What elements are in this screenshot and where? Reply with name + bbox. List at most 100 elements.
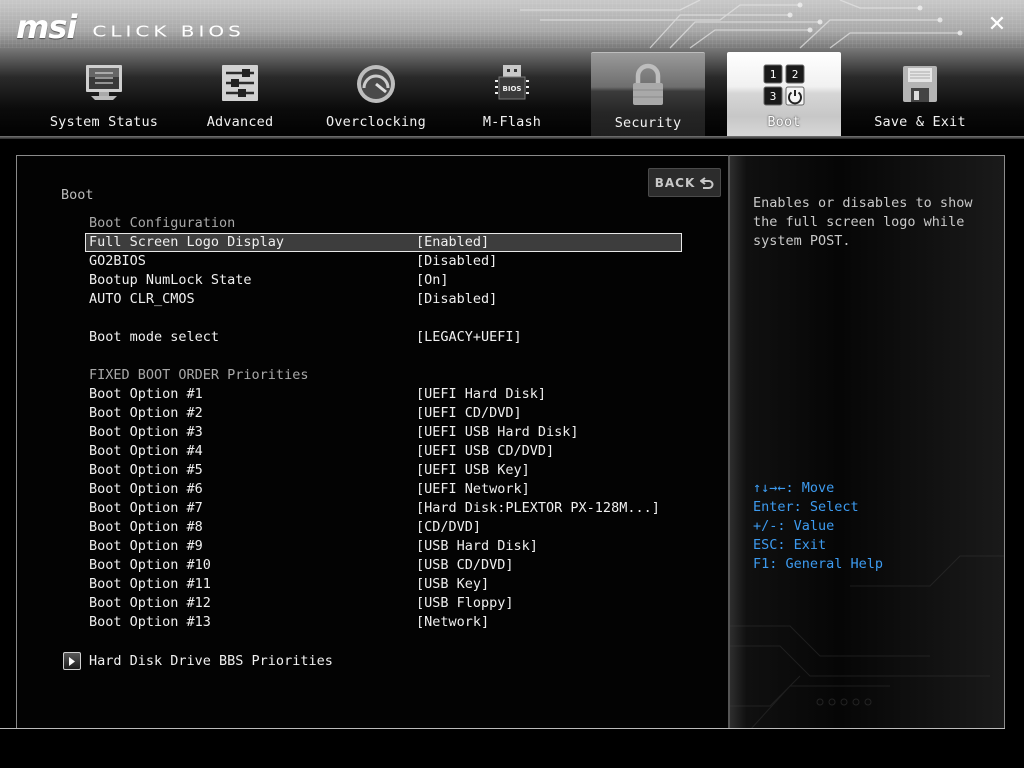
boot-option-value[interactable]: [USB Hard Disk]	[416, 537, 538, 556]
setting-label: GO2BIOS	[89, 253, 146, 269]
tab-save-exit[interactable]: Save & Exit	[863, 52, 977, 138]
brand-logo: msi CLICK BIOS	[16, 8, 245, 46]
main-tab-bar: System Status Advanced Overclocking BIOS…	[0, 52, 1024, 140]
boot-option-value[interactable]: [Network]	[416, 613, 489, 632]
section-fixed-boot-order: FIXED BOOT ORDER Priorities	[89, 367, 309, 383]
tab-boot[interactable]: 1 2 3 Boot	[727, 52, 841, 138]
boot-option-label: Boot Option #3	[89, 424, 203, 440]
circuit-decoration-icon	[520, 0, 963, 49]
submenu-hdd-bbs-priorities[interactable]: Hard Disk Drive BBS Priorities	[63, 651, 333, 671]
boot-option-row[interactable]: Boot Option #11 [USB Key]	[85, 575, 682, 594]
boot-option-label: Boot Option #8	[89, 519, 203, 535]
hotkey-value: +/-: Value	[753, 518, 835, 534]
boot-option-row[interactable]: Boot Option #12 [USB Floppy]	[85, 594, 682, 613]
boot-option-row[interactable]: Boot Option #4 [UEFI USB CD/DVD]	[85, 442, 682, 461]
boot-option-label: Boot Option #4	[89, 443, 203, 459]
boot-option-value[interactable]: [UEFI CD/DVD]	[416, 404, 522, 423]
tab-label: System Status	[49, 114, 159, 130]
boot-option-label: Boot Option #2	[89, 405, 203, 421]
floppy-disk-icon	[903, 66, 937, 102]
setting-value[interactable]: [LEGACY+UEFI]	[416, 328, 522, 347]
boot-option-value[interactable]: [CD/DVD]	[416, 518, 481, 537]
setting-value[interactable]: [Enabled]	[416, 233, 489, 252]
boot-option-row[interactable]: Boot Option #10 [USB CD/DVD]	[85, 556, 682, 575]
boot-option-value[interactable]: [USB Key]	[416, 575, 489, 594]
boot-option-row[interactable]: Boot Option #6 [UEFI Network]	[85, 480, 682, 499]
tab-label: Overclocking	[326, 114, 426, 130]
setting-label: Full Screen Logo Display	[89, 234, 285, 250]
boot-digit-2: 2	[792, 68, 799, 81]
boot-digit-3: 3	[770, 90, 777, 103]
boot-option-label: Boot Option #5	[89, 462, 203, 478]
setting-go2bios[interactable]: GO2BIOS [Disabled]	[85, 252, 682, 271]
settings-panel: Boot BACK Boot Configuration Full Screen…	[16, 155, 728, 729]
boot-option-label: Boot Option #10	[89, 557, 211, 573]
boot-option-label: Boot Option #9	[89, 538, 203, 554]
submenu-label: Hard Disk Drive BBS Priorities	[89, 653, 333, 669]
tab-label: M-Flash	[482, 114, 542, 130]
boot-option-label: Boot Option #11	[89, 576, 211, 592]
header-divider	[0, 136, 1024, 139]
boot-option-row[interactable]: Boot Option #13 [Network]	[85, 613, 682, 632]
boot-option-label: Boot Option #7	[89, 500, 203, 516]
setting-numlock-state[interactable]: Bootup NumLock State [On]	[85, 271, 682, 290]
tab-label: Advanced	[206, 114, 274, 130]
submenu-arrow-icon	[63, 652, 81, 670]
tab-label: Save & Exit	[874, 114, 966, 130]
boot-option-value[interactable]: [UEFI Network]	[416, 480, 530, 499]
hotkey-legend: ↑↓→←: Move Enter: Select +/-: Value ESC:…	[753, 479, 883, 574]
section-boot-configuration: Boot Configuration	[89, 215, 236, 231]
boot-option-row[interactable]: Boot Option #7 [Hard Disk:PLEXTOR PX-128M…	[85, 499, 682, 518]
page-title: Boot	[61, 187, 94, 203]
close-icon: ✕	[987, 12, 1007, 37]
hotkey-general-help: F1: General Help	[753, 556, 884, 572]
brand-name: msi	[16, 8, 77, 46]
setting-full-screen-logo[interactable]: Full Screen Logo Display [Enabled]	[85, 233, 682, 252]
return-arrow-icon	[700, 176, 714, 189]
hotkey-move: ↑↓→←: Move	[753, 480, 835, 496]
tab-label: Security	[614, 115, 682, 131]
boot-option-row[interactable]: Boot Option #3 [UEFI USB Hard Disk]	[85, 423, 682, 442]
header-bar: msi CLICK BIOS ✕ System Status Advanced …	[0, 0, 1024, 140]
boot-option-value[interactable]: [Hard Disk:PLEXTOR PX-128M...]	[416, 499, 660, 518]
setting-boot-mode-select[interactable]: Boot mode select [LEGACY+UEFI]	[85, 328, 682, 347]
monitor-icon	[86, 65, 122, 100]
boot-option-row[interactable]: Boot Option #1 [UEFI Hard Disk]	[85, 385, 682, 404]
boot-option-label: Boot Option #6	[89, 481, 203, 497]
setting-value[interactable]: [On]	[416, 271, 449, 290]
tab-security[interactable]: Security	[591, 52, 705, 138]
boot-option-row[interactable]: Boot Option #8 [CD/DVD]	[85, 518, 682, 537]
tab-system-status[interactable]: System Status	[47, 52, 161, 138]
help-description: Enables or disables to show the full scr…	[753, 195, 973, 249]
boot-option-value[interactable]: [UEFI Hard Disk]	[416, 385, 546, 404]
setting-label: Boot mode select	[89, 329, 220, 345]
tab-advanced[interactable]: Advanced	[183, 52, 297, 138]
boot-digit-1: 1	[770, 68, 777, 81]
close-button[interactable]: ✕	[984, 12, 1010, 38]
setting-value[interactable]: [Disabled]	[416, 252, 497, 271]
setting-value[interactable]: [Disabled]	[416, 290, 497, 309]
boot-option-value[interactable]: [UEFI USB CD/DVD]	[416, 442, 554, 461]
boot-option-row[interactable]: Boot Option #9 [USB Hard Disk]	[85, 537, 682, 556]
tab-overclocking[interactable]: Overclocking	[319, 52, 433, 138]
sliders-icon	[222, 65, 258, 101]
tab-m-flash[interactable]: BIOS M-Flash	[455, 52, 569, 138]
setting-label: Bootup NumLock State	[89, 272, 252, 288]
product-name: CLICK BIOS	[92, 22, 245, 40]
boot-option-value[interactable]: [USB CD/DVD]	[416, 556, 514, 575]
boot-option-label: Boot Option #13	[89, 614, 211, 630]
setting-auto-clr-cmos[interactable]: AUTO CLR_CMOS [Disabled]	[85, 290, 682, 309]
bios-chip-text: BIOS	[503, 85, 522, 93]
padlock-icon	[633, 63, 663, 105]
panel-bottom-border	[0, 728, 1005, 729]
back-label: BACK	[654, 175, 696, 190]
boot-option-row[interactable]: Boot Option #2 [UEFI CD/DVD]	[85, 404, 682, 423]
boot-option-value[interactable]: [UEFI USB Key]	[416, 461, 530, 480]
boot-option-value[interactable]: [UEFI USB Hard Disk]	[416, 423, 579, 442]
boot-option-label: Boot Option #1	[89, 386, 203, 402]
boot-option-value[interactable]: [USB Floppy]	[416, 594, 514, 613]
boot-option-row[interactable]: Boot Option #5 [UEFI USB Key]	[85, 461, 682, 480]
back-button[interactable]: BACK	[648, 168, 721, 197]
hotkey-exit: ESC: Exit	[753, 537, 827, 553]
boot-option-label: Boot Option #12	[89, 595, 211, 611]
